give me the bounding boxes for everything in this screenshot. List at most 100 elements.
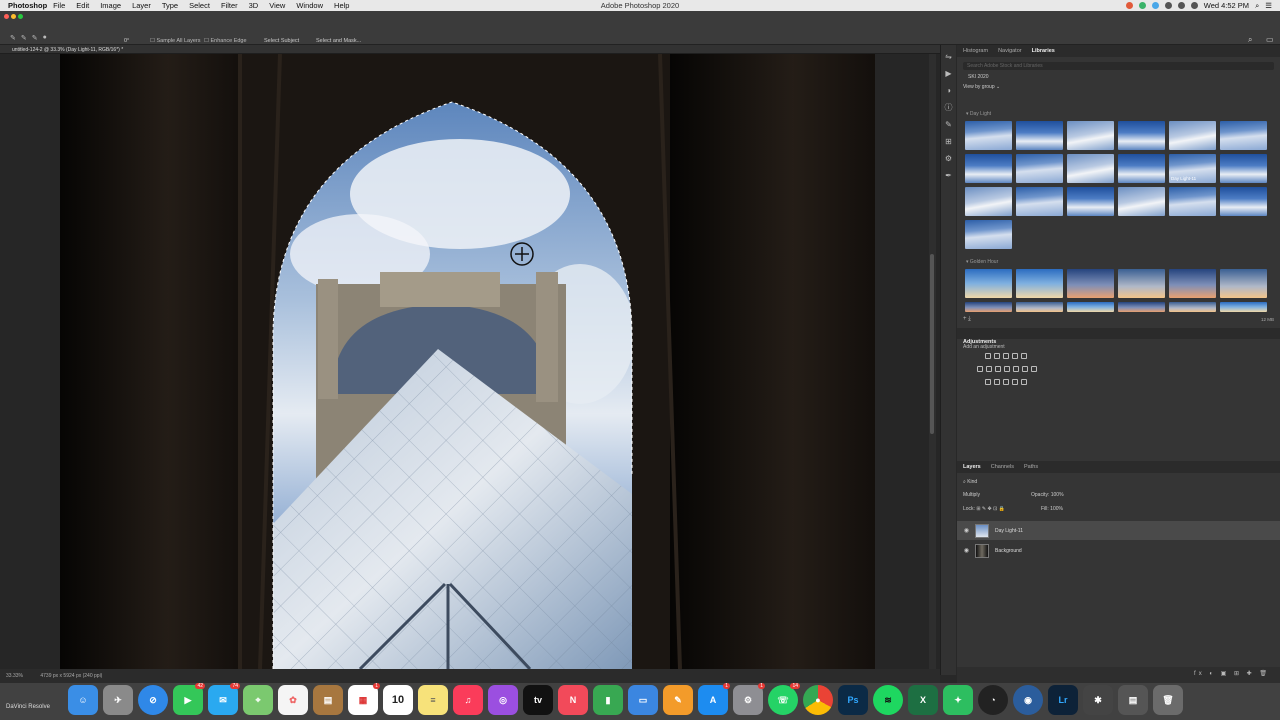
canvas-vertical-scrollbar[interactable]: [929, 54, 936, 669]
library-thumbnail[interactable]: [1067, 187, 1114, 216]
angle-field[interactable]: 0°: [124, 38, 129, 44]
opacity-value[interactable]: 100%: [1051, 492, 1064, 498]
enhance-edge-checkbox[interactable]: ☐ Enhance Edge: [204, 38, 247, 44]
status-icon-green[interactable]: [1138, 2, 1146, 9]
actions-play-icon[interactable]: ▶: [944, 69, 954, 79]
pages-icon[interactable]: ✎: [663, 685, 693, 715]
blend-mode-dropdown[interactable]: Multiply: [963, 492, 980, 498]
music-icon[interactable]: ♫: [453, 685, 483, 715]
status-icon-blue[interactable]: [1151, 2, 1159, 9]
library-thumbnail[interactable]: [1016, 269, 1063, 298]
search-icon[interactable]: ⌕: [1248, 35, 1252, 45]
library-thumbnail[interactable]: [1169, 187, 1216, 216]
view-by-dropdown[interactable]: View by group ⌄: [963, 84, 1280, 90]
tv-icon[interactable]: tv: [523, 685, 553, 715]
quick-select-tool-icon[interactable]: ✎: [10, 34, 16, 42]
menu-select[interactable]: Select: [189, 1, 210, 10]
opacity-control[interactable]: Opacity: 100%: [1031, 492, 1064, 498]
document-image[interactable]: [60, 54, 875, 669]
exposure-icon[interactable]: [1012, 353, 1018, 359]
library-thumbnail[interactable]: [965, 187, 1012, 216]
color-balance-icon[interactable]: [986, 366, 992, 372]
library-add-icon[interactable]: + ⤓: [963, 316, 971, 323]
news-icon[interactable]: N: [558, 685, 588, 715]
calendar-day-icon[interactable]: 10: [383, 685, 413, 715]
menu-window[interactable]: Window: [296, 1, 323, 10]
brush-preset-icon[interactable]: ●: [43, 34, 47, 42]
layer-filter-dropdown[interactable]: ⌕ Kind: [963, 479, 977, 485]
library-thumbnail[interactable]: [1067, 302, 1114, 312]
library-thumbnail[interactable]: [965, 302, 1012, 312]
menu-file[interactable]: File: [53, 1, 65, 10]
tab-navigator[interactable]: Navigator: [998, 48, 1022, 54]
excel-icon[interactable]: X: [908, 685, 938, 715]
sample-all-layers-checkbox[interactable]: ☐ Sample All Layers: [150, 38, 201, 44]
threshold-icon[interactable]: [1003, 379, 1009, 385]
select-subject-button[interactable]: Select Subject: [264, 38, 299, 44]
library-thumbnail[interactable]: [965, 154, 1012, 183]
davinci-resolve-icon[interactable]: ◔: [978, 685, 1008, 715]
channel-mixer-icon[interactable]: [1013, 366, 1019, 372]
curves-icon[interactable]: [1003, 353, 1009, 359]
workspace-icon[interactable]: ▭: [1266, 35, 1274, 44]
add-to-selection-icon[interactable]: ✎: [21, 34, 27, 42]
brush-icon[interactable]: ✎: [944, 120, 954, 130]
tab-libraries[interactable]: Libraries: [1032, 48, 1055, 54]
keynote-icon[interactable]: ▭: [628, 685, 658, 715]
invert-icon[interactable]: [985, 379, 991, 385]
fill-control[interactable]: Fill: 100%: [1041, 506, 1063, 512]
wifi-icon[interactable]: [1177, 2, 1185, 9]
brightness-contrast-icon[interactable]: [985, 353, 991, 359]
library-thumbnail[interactable]: [1016, 154, 1063, 183]
evernote-icon[interactable]: ✦: [943, 685, 973, 715]
status-icon-red[interactable]: [1125, 2, 1133, 9]
library-thumbnail[interactable]: [1220, 187, 1267, 216]
library-thumbnail[interactable]: [1118, 302, 1165, 312]
color-lookup-icon[interactable]: [1022, 366, 1028, 372]
styles-icon[interactable]: ⚙: [944, 154, 954, 164]
menu-layer[interactable]: Layer: [132, 1, 151, 10]
library-thumbnail[interactable]: [1016, 302, 1063, 312]
finder-icon[interactable]: ☺: [68, 685, 98, 715]
library-thumbnail[interactable]: [1118, 269, 1165, 298]
layer-row-background[interactable]: ◉ Background: [957, 541, 1280, 560]
library-thumbnail-hovered[interactable]: Day Light-11: [1169, 154, 1216, 183]
tab-channels[interactable]: Channels: [991, 464, 1014, 470]
library-thumbnail[interactable]: [1169, 121, 1216, 150]
system-preferences-icon[interactable]: ⚙ 1: [733, 683, 765, 715]
whatsapp-icon[interactable]: ☏ 14: [768, 683, 800, 715]
spotify-icon[interactable]: ≋: [873, 685, 903, 715]
library-thumbnail[interactable]: [1118, 121, 1165, 150]
chrome-icon[interactable]: ●: [803, 685, 833, 715]
menu-view[interactable]: View: [269, 1, 285, 10]
maps-icon[interactable]: ⌖: [243, 685, 273, 715]
podcasts-icon[interactable]: ◎: [488, 685, 518, 715]
menu-filter[interactable]: Filter: [221, 1, 238, 10]
calendar-icon[interactable]: ▦ 1: [348, 683, 380, 715]
scrollbar-thumb[interactable]: [930, 254, 934, 434]
group-header-day-light[interactable]: ▾ Day Light: [966, 111, 991, 117]
photoshop-icon[interactable]: Ps: [838, 685, 868, 715]
tab-layers[interactable]: Layers: [963, 464, 981, 470]
library-thumbnail[interactable]: [1067, 154, 1114, 183]
safari-icon[interactable]: ⊘: [138, 685, 168, 715]
paths-icon[interactable]: ✒: [944, 171, 954, 181]
layer-action-icons[interactable]: fx ◐ ▣ ⊞ ✚ 🗑: [1194, 670, 1270, 677]
layer-name[interactable]: Day Light-11: [995, 528, 1023, 534]
menu-edit[interactable]: Edit: [76, 1, 89, 10]
numbers-icon[interactable]: ▮: [593, 685, 623, 715]
facetime-icon[interactable]: ▶ 42: [173, 683, 205, 715]
window-close-button[interactable]: [4, 14, 9, 19]
tab-paths[interactable]: Paths: [1024, 464, 1038, 470]
app-menu[interactable]: Photoshop: [8, 1, 47, 10]
messages-icon[interactable]: ✉ 74: [208, 683, 240, 715]
history-icon[interactable]: ⇋: [944, 52, 954, 62]
levels-icon[interactable]: [994, 353, 1000, 359]
library-thumbnail[interactable]: [1016, 187, 1063, 216]
window-minimize-button[interactable]: [11, 14, 16, 19]
library-thumbnail[interactable]: [1220, 269, 1267, 298]
control-center-icon[interactable]: ☰: [1265, 1, 1272, 10]
library-thumbnail[interactable]: [965, 121, 1012, 150]
library-thumbnail[interactable]: [1067, 121, 1114, 150]
compressor-icon[interactable]: ✱: [1083, 685, 1113, 715]
